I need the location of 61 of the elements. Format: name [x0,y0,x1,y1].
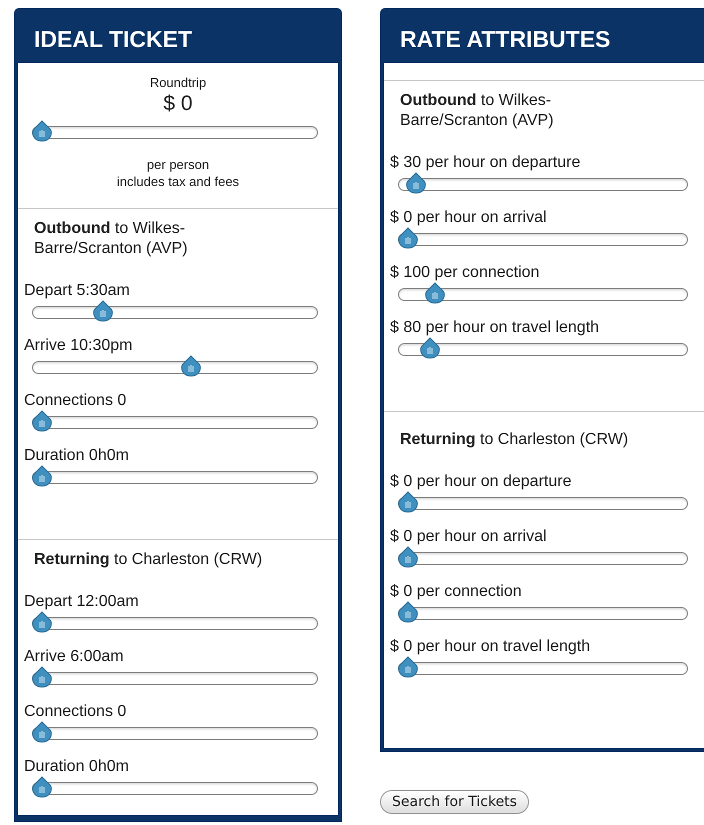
slider-thumb[interactable] [32,465,52,487]
slider[interactable] [32,355,318,377]
slider-thumb[interactable] [398,656,418,678]
slider-label: Depart 5:30am [24,281,131,300]
price-note: includes tax and fees [116,173,240,190]
price-note: per person [146,156,210,173]
slider[interactable] [398,337,688,359]
slider-label: Duration 0h0m [24,446,130,465]
slider-thumb[interactable] [398,491,418,513]
search-button[interactable]: Search for Tickets [380,790,529,814]
slider-label: $ 80 per hour on travel length [390,318,600,337]
slider-thumb[interactable] [93,300,114,322]
slider-thumb[interactable] [398,227,418,249]
slider-thumb[interactable] [32,666,52,688]
slider-label: Arrive 6:00am [24,647,125,666]
slider-thumb[interactable] [32,611,52,633]
slider[interactable] [32,465,318,487]
section-heading: Outbound to Wilkes-Barre/Scranton (AVP) [400,91,555,131]
slider[interactable] [398,656,688,678]
slider-thumb[interactable] [32,776,52,798]
panel-title: RATE ATTRIBUTES [399,25,612,54]
slider-thumb[interactable] [32,410,52,432]
slider-thumb[interactable] [180,355,201,377]
slider[interactable] [398,227,688,249]
slider-label: Duration 0h0m [24,757,130,776]
slider-label: $ 0 per hour on arrival [390,527,548,546]
slider-thumb[interactable] [398,546,418,568]
section-heading: Returning to Charleston (CRW) [400,430,630,450]
slider-label: $ 0 per connection [390,582,523,601]
slider[interactable] [32,611,318,633]
slider-label: Depart 12:00am [24,592,140,611]
price: $ 0 [162,92,194,116]
trip-type-label: Roundtrip [148,75,208,90]
slider-label: $ 0 per hour on departure [390,472,572,491]
slider-thumb[interactable] [32,721,52,743]
panel-title: IDEAL TICKET [33,25,194,54]
slider-thumb[interactable] [425,282,445,304]
slider-label: $ 0 per hour on arrival [390,208,548,227]
slider[interactable] [398,601,688,623]
section-heading: Returning to Charleston (CRW) [34,550,264,570]
slider[interactable] [32,666,318,688]
slider-label: Arrive 10:30pm [24,336,134,355]
slider-thumb[interactable] [398,601,418,623]
slider-label: $ 100 per connection [390,263,540,282]
slider[interactable] [32,120,318,142]
slider-thumb[interactable] [420,337,440,359]
slider[interactable] [398,282,688,304]
slider-label: Connections 0 [24,391,128,410]
slider-label: Connections 0 [24,702,128,721]
slider[interactable] [398,172,688,194]
slider-label: $ 0 per hour on travel length [390,637,592,656]
slider[interactable] [32,776,318,798]
slider[interactable] [398,491,688,513]
slider[interactable] [32,410,318,432]
slider-thumb[interactable] [406,172,426,194]
slider-thumb[interactable] [32,120,52,142]
slider[interactable] [32,300,318,322]
slider[interactable] [32,721,318,743]
slider-label: $ 30 per hour on departure [390,153,582,172]
section-heading: Outbound to Wilkes-Barre/Scranton (AVP) [34,219,189,259]
slider[interactable] [398,546,688,568]
